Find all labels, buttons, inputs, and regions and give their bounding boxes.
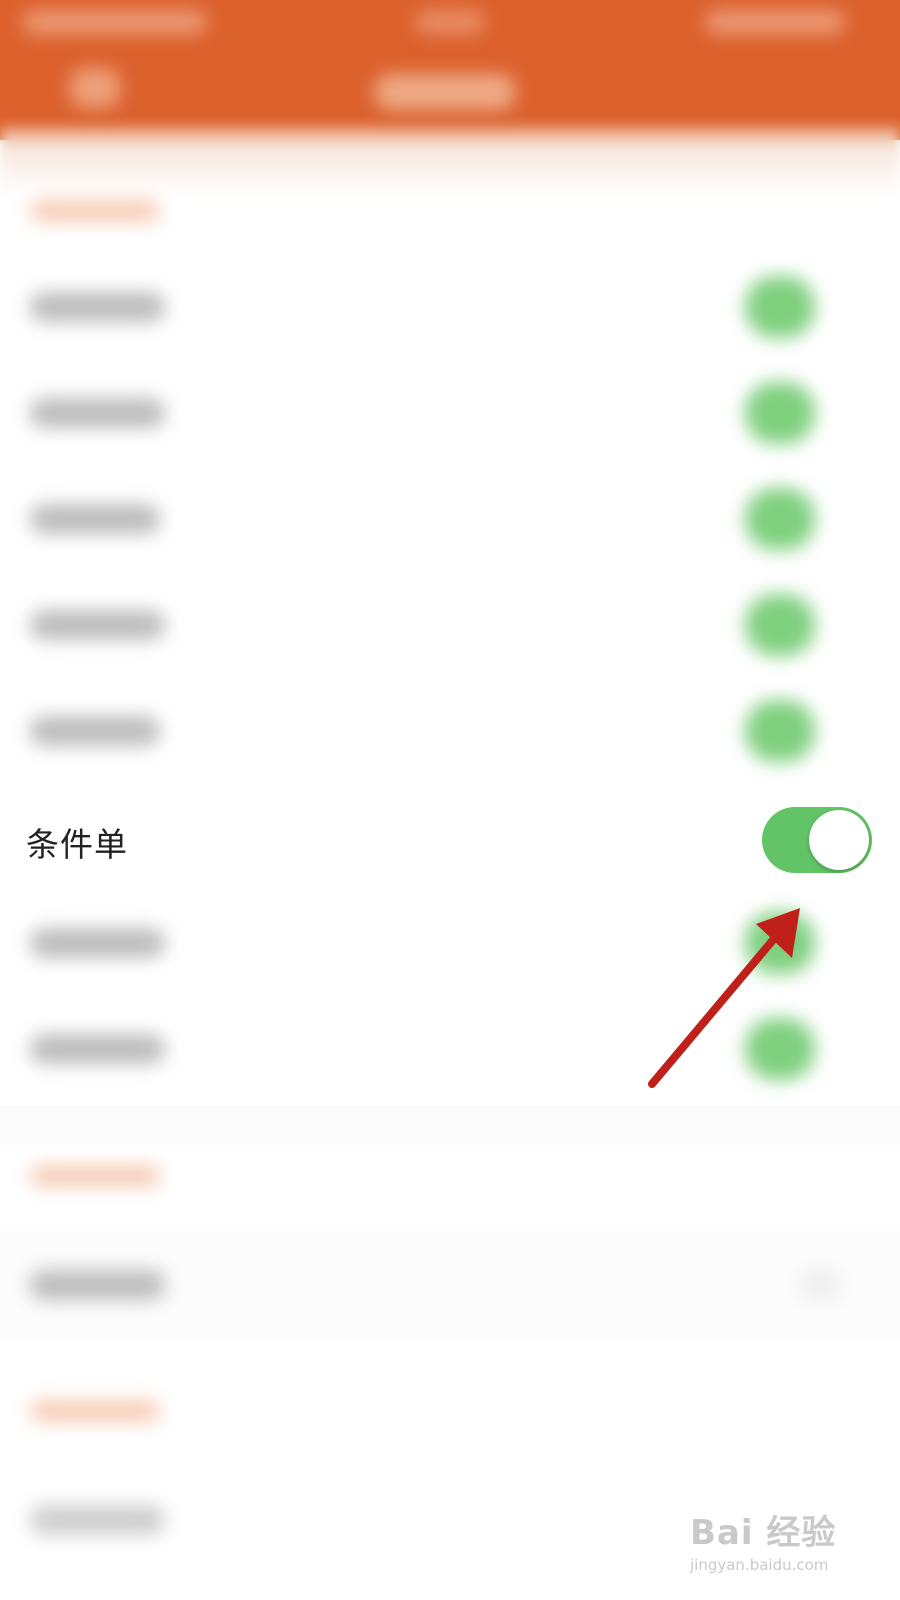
- status-bar-right-blurred: [705, 10, 845, 34]
- conditional-order-toggle[interactable]: [762, 807, 872, 873]
- section-header-blurred: [30, 1165, 160, 1187]
- setting-label-blurred: [30, 1034, 165, 1064]
- setting-label-blurred: [30, 1270, 165, 1300]
- section-header-blurred: [30, 1400, 160, 1422]
- setting-label-blurred: [30, 504, 160, 534]
- setting-label-blurred: [30, 716, 160, 746]
- setting-label-blurred: [30, 292, 165, 322]
- watermark-url: jingyan.baidu.com: [690, 1556, 829, 1574]
- watermark-brand: Bai 经验: [690, 1513, 837, 1553]
- baidu-jingyan-watermark: Bai 经验 jingyan.baidu.com: [690, 1505, 870, 1585]
- toggle-blurred[interactable]: [745, 912, 815, 974]
- toggle-blurred[interactable]: [745, 700, 815, 762]
- setting-label-blurred: [30, 1505, 165, 1535]
- header-fade: [0, 125, 900, 195]
- toggle-blurred[interactable]: [745, 1018, 815, 1080]
- toggle-blurred[interactable]: [745, 488, 815, 550]
- section-divider: [0, 1105, 900, 1145]
- toggle-blurred[interactable]: [745, 594, 815, 656]
- toggle-blurred[interactable]: [745, 276, 815, 338]
- status-bar-center-blurred: [415, 10, 485, 34]
- toggle-knob: [809, 810, 869, 870]
- setting-label-blurred: [30, 398, 165, 428]
- toggle-blurred[interactable]: [745, 382, 815, 444]
- conditional-order-row[interactable]: 条件单: [0, 790, 900, 890]
- page-title-blurred: [375, 74, 515, 110]
- status-bar-left-blurred: [22, 10, 207, 34]
- conditional-order-label: 条件单: [26, 825, 128, 864]
- setting-label-blurred: [30, 610, 165, 640]
- back-arrow-icon[interactable]: [70, 68, 120, 108]
- section-header-blurred: [30, 200, 160, 222]
- chevron-right-icon[interactable]: [800, 1270, 840, 1300]
- setting-label-blurred: [30, 928, 165, 958]
